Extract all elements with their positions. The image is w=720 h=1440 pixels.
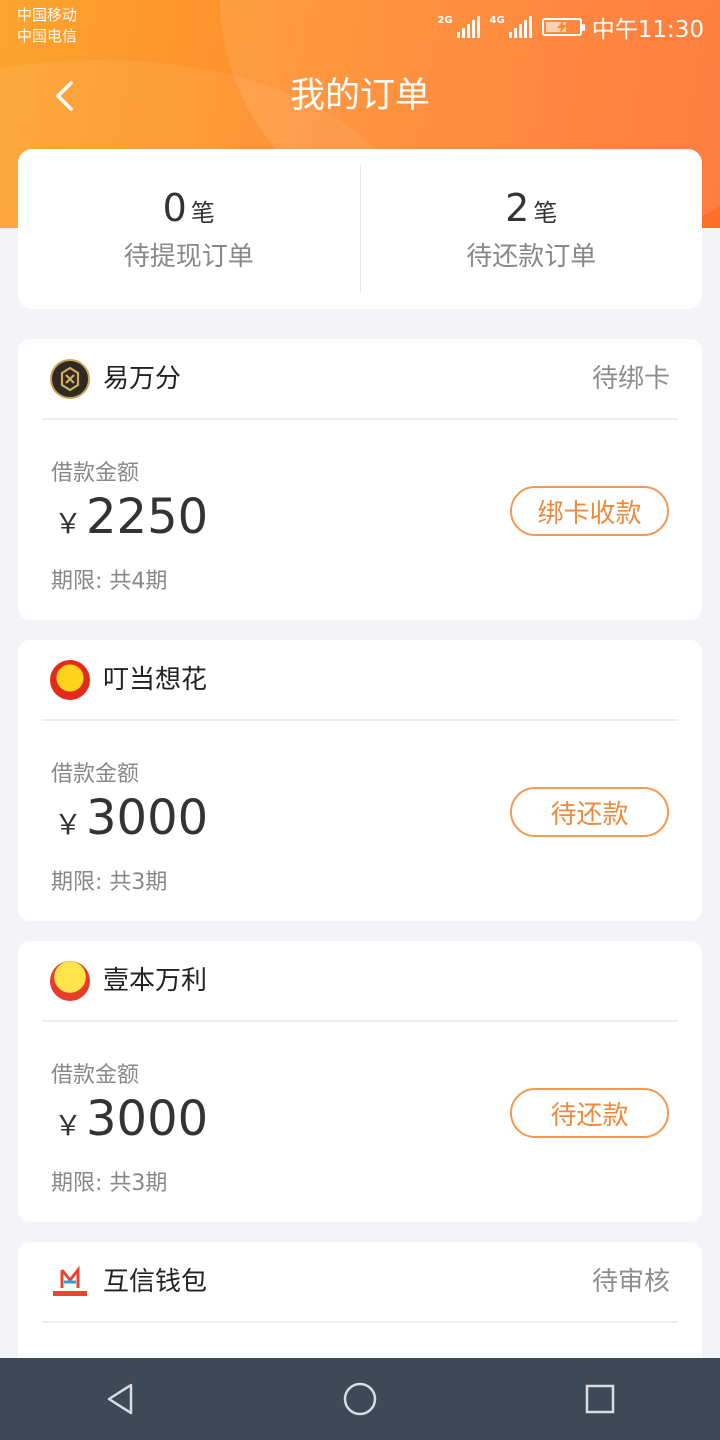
amount-label: 借款金额: [51, 762, 140, 787]
pending-withdraw-label: 待提现订单: [123, 241, 254, 272]
nav-recents-button[interactable]: [560, 1369, 640, 1429]
status-indicators: 2G 4G 中午11:30: [437, 10, 704, 44]
chevron-left-icon: [56, 81, 73, 111]
currency-symbol: ￥: [54, 1109, 83, 1142]
merchant-name: 壹本万利: [103, 966, 208, 996]
order-card[interactable]: 易万分 待绑卡 借款金额 ￥ 2250 期限: 共4期 绑卡收款: [18, 339, 702, 620]
carrier-2: 中国电信: [17, 27, 78, 45]
pending-withdraw-unit: 笔: [190, 198, 215, 227]
back-button[interactable]: [40, 72, 88, 120]
merchant-name: 互信钱包: [103, 1267, 208, 1297]
battery-charging-icon: [541, 18, 585, 36]
carrier-1: 中国移动: [17, 6, 78, 24]
currency-symbol: ￥: [54, 507, 83, 540]
order-card[interactable]: 壹本万利 借款金额 ￥ 3000 期限: 共3期 待还款: [18, 941, 702, 1222]
triangle-back-icon: [107, 1383, 133, 1415]
signal-2g-icon: 2G: [437, 15, 480, 38]
repay-button[interactable]: 待还款: [510, 1088, 669, 1138]
bind-card-button[interactable]: 绑卡收款: [510, 486, 669, 536]
loan-amount: 3000: [86, 1091, 209, 1147]
pending-repay-count: 2: [505, 185, 530, 230]
signal-4g-icon: 4G: [490, 16, 532, 38]
order-card-header: 易万分 待绑卡: [18, 339, 702, 419]
merchant-logo-icon: [50, 359, 90, 399]
loan-term: 期限: 共4期: [51, 569, 168, 594]
loan-amount: 2250: [86, 489, 209, 545]
nav-home-button[interactable]: [320, 1369, 400, 1429]
merchant-name: 叮当想花: [103, 665, 208, 695]
merchant-logo-icon: [50, 961, 90, 1001]
signal-2g-label: 2G: [437, 15, 453, 26]
card-divider: [42, 1321, 678, 1323]
order-card-header: 壹本万利: [18, 941, 702, 1021]
loan-term: 期限: 共3期: [51, 1171, 168, 1196]
merchant-logo-icon: [50, 1262, 90, 1302]
system-navigation-bar: [0, 1358, 720, 1440]
status-time: 中午11:30: [591, 17, 704, 43]
order-status: 待审核: [591, 1267, 670, 1297]
order-summary-card: 0 笔 待提现订单 2 笔 待还款订单: [18, 149, 702, 309]
page-title: 我的订单: [289, 76, 430, 116]
loan-amount: 3000: [86, 790, 209, 846]
amount-line: ￥ 3000: [54, 790, 208, 846]
amount-line: ￥ 3000: [54, 1091, 208, 1147]
pending-repay-summary[interactable]: 2 笔 待还款订单: [361, 149, 703, 309]
amount-label: 借款金额: [51, 461, 140, 486]
nav-back-button[interactable]: [80, 1369, 160, 1429]
pending-repay-count-line: 2 笔: [505, 186, 557, 230]
signal-4g-label: 4G: [489, 15, 505, 26]
order-card[interactable]: 互信钱包 待审核: [18, 1242, 702, 1372]
carrier-labels: 中国移动 中国电信: [17, 5, 77, 47]
currency-symbol: ￥: [54, 808, 83, 841]
order-card-header: 叮当想花: [18, 640, 702, 720]
order-status: 待绑卡: [591, 364, 670, 394]
amount-line: ￥ 2250: [54, 489, 208, 545]
order-card[interactable]: 叮当想花 借款金额 ￥ 3000 期限: 共3期 待还款: [18, 640, 702, 921]
card-divider: [42, 1020, 678, 1022]
pending-withdraw-summary[interactable]: 0 笔 待提现订单: [18, 149, 360, 309]
pending-withdraw-count: 0: [162, 185, 187, 230]
pending-repay-unit: 笔: [533, 198, 558, 227]
repay-button[interactable]: 待还款: [510, 787, 669, 837]
order-card-header: 互信钱包 待审核: [18, 1242, 702, 1322]
merchant-logo-icon: [50, 660, 90, 700]
loan-term: 期限: 共3期: [51, 870, 168, 895]
pending-withdraw-count-line: 0 笔: [163, 186, 215, 230]
square-recents-icon: [585, 1384, 615, 1414]
card-divider: [42, 418, 678, 420]
card-divider: [42, 719, 678, 721]
amount-label: 借款金额: [51, 1063, 140, 1088]
merchant-name: 易万分: [103, 364, 182, 394]
circle-home-icon: [343, 1382, 377, 1416]
pending-repay-label: 待还款订单: [466, 241, 597, 272]
status-bar: 中国移动 中国电信 2G 4G 中午11:30: [0, 0, 720, 50]
